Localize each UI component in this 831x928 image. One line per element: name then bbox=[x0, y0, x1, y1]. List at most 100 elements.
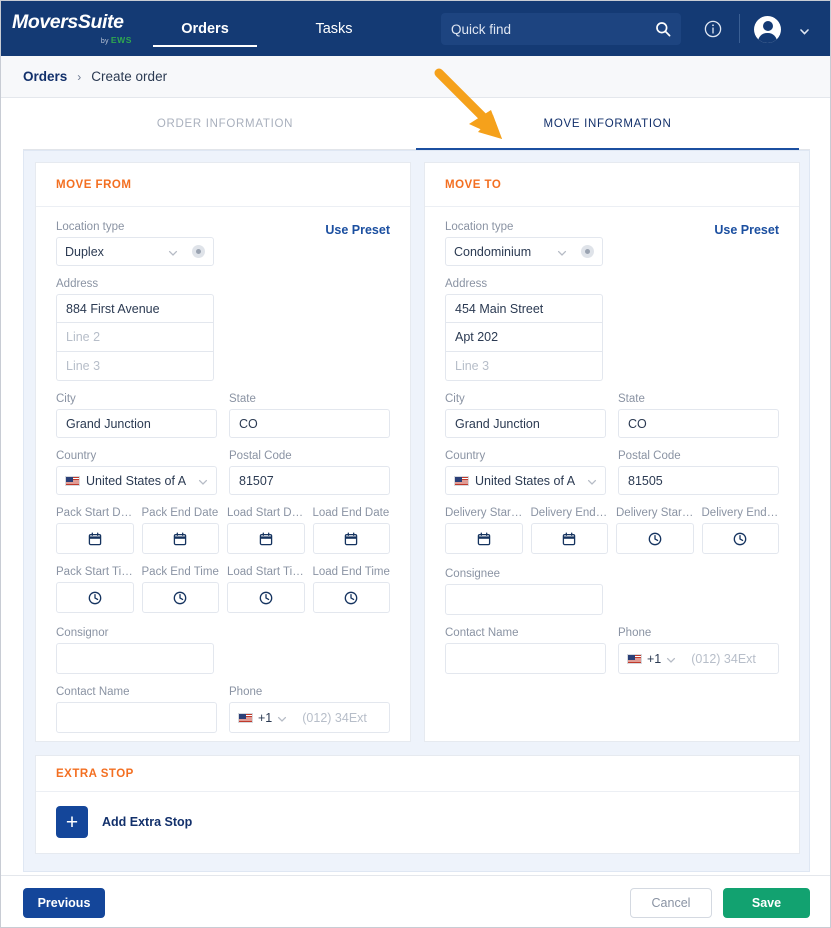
move-from-load-end-date-label: Load End Date bbox=[313, 507, 391, 519]
move-from-consignor-input[interactable] bbox=[56, 643, 214, 674]
chevron-down-icon[interactable] bbox=[587, 476, 597, 486]
calendar-icon bbox=[477, 532, 491, 546]
move-to-delivery-start-date-group: Delivery Start... bbox=[445, 507, 523, 554]
move-to-contact-input[interactable] bbox=[445, 643, 606, 674]
clock-icon bbox=[344, 591, 358, 605]
move-to-phone-input[interactable]: +1 (012) 34Ext bbox=[618, 643, 779, 674]
app-logo[interactable]: MoversSuite by EWS bbox=[12, 10, 132, 48]
move-from-location-type-value: Duplex bbox=[65, 245, 162, 259]
add-extra-stop-button[interactable]: Add Extra Stop bbox=[102, 815, 192, 829]
chevron-down-icon[interactable] bbox=[557, 247, 567, 257]
move-to-location-type-select[interactable]: Condominium bbox=[445, 237, 603, 266]
move-to-country-postal-row: Country United States of A Postal Code bbox=[445, 450, 779, 495]
move-from-pack-end-date-label: Pack End Date bbox=[142, 507, 220, 519]
move-to-city-state-row: City Grand Junction State CO bbox=[445, 393, 779, 438]
quick-find-search[interactable]: Quick find bbox=[441, 13, 681, 45]
calendar-icon bbox=[344, 532, 358, 546]
chevron-down-icon[interactable] bbox=[168, 247, 178, 257]
move-to-country-select[interactable]: United States of A bbox=[445, 466, 606, 495]
move-to-address-line2-input[interactable]: Apt 202 bbox=[445, 323, 603, 352]
move-from-time-row: Pack Start Time Pack End Time bbox=[56, 566, 390, 613]
move-from-load-start-date-input[interactable] bbox=[227, 523, 305, 554]
move-from-phone-input[interactable]: +1 (012) 34Ext bbox=[229, 702, 390, 733]
move-to-state-input[interactable]: CO bbox=[618, 409, 779, 438]
move-to-city-input[interactable]: Grand Junction bbox=[445, 409, 606, 438]
move-from-pack-start-date-input[interactable] bbox=[56, 523, 134, 554]
us-flag-icon bbox=[454, 476, 469, 486]
move-to-address-line3-input[interactable]: Line 3 bbox=[445, 352, 603, 381]
chevron-down-icon[interactable] bbox=[666, 654, 676, 664]
move-to-contact-label: Contact Name bbox=[445, 627, 606, 639]
move-to-phone-group: Phone +1 (012) 34Ext bbox=[618, 627, 779, 674]
move-to-delivery-end-date-input[interactable] bbox=[531, 523, 609, 554]
move-from-load-start-time-input[interactable] bbox=[227, 582, 305, 613]
nav-tab-orders[interactable]: Orders bbox=[141, 1, 269, 56]
move-to-address-stack: 454 Main Street Apt 202 Line 3 bbox=[445, 294, 603, 381]
move-to-location-type-clear-icon[interactable] bbox=[581, 245, 594, 258]
user-avatar-icon[interactable] bbox=[754, 16, 781, 43]
move-to-delivery-end-time-input[interactable] bbox=[702, 523, 780, 554]
move-from-header: MOVE FROM bbox=[36, 163, 410, 207]
previous-button[interactable]: Previous bbox=[23, 888, 105, 918]
move-from-pack-start-time-group: Pack Start Time bbox=[56, 566, 134, 613]
chevron-down-icon[interactable] bbox=[799, 24, 810, 35]
tab-move-information[interactable]: MOVE INFORMATION bbox=[416, 98, 799, 150]
move-to-delivery-start-time-input[interactable] bbox=[616, 523, 694, 554]
move-information-content: MOVE FROM Use Preset Location type Duple… bbox=[23, 150, 810, 872]
calendar-icon bbox=[173, 532, 187, 546]
search-icon[interactable] bbox=[655, 21, 671, 37]
breadcrumb-orders-link[interactable]: Orders bbox=[23, 69, 67, 84]
move-from-address-line3-input[interactable]: Line 3 bbox=[56, 352, 214, 381]
move-to-contact-phone-row: Contact Name Phone +1 (012) bbox=[445, 627, 779, 674]
tab-order-information[interactable]: ORDER INFORMATION bbox=[34, 98, 416, 150]
top-navigation-bar: MoversSuite by EWS Orders Tasks Quick fi… bbox=[1, 1, 831, 56]
move-to-country-value: United States of A bbox=[475, 474, 581, 488]
move-from-postal-input[interactable]: 81507 bbox=[229, 466, 390, 495]
move-from-country-select[interactable]: United States of A bbox=[56, 466, 217, 495]
move-to-state-group: State CO bbox=[618, 393, 779, 438]
move-from-city-state-row: City Grand Junction State CO bbox=[56, 393, 390, 438]
move-from-pack-start-time-label: Pack Start Time bbox=[56, 566, 134, 578]
info-circle-icon[interactable] bbox=[704, 20, 722, 38]
move-from-phone-label: Phone bbox=[229, 686, 390, 698]
form-step-tabs: ORDER INFORMATION MOVE INFORMATION bbox=[1, 98, 831, 150]
move-to-delivery-row: Delivery Start... Delivery End ... bbox=[445, 507, 779, 554]
move-from-pack-end-date-input[interactable] bbox=[142, 523, 220, 554]
move-from-pack-end-time-group: Pack End Time bbox=[142, 566, 220, 613]
move-to-address-line1-input[interactable]: 454 Main Street bbox=[445, 294, 603, 323]
chevron-down-icon[interactable] bbox=[198, 476, 208, 486]
cancel-button[interactable]: Cancel bbox=[630, 888, 712, 918]
move-from-postal-label: Postal Code bbox=[229, 450, 390, 462]
move-from-location-type-clear-icon[interactable] bbox=[192, 245, 205, 258]
move-to-contact-group: Contact Name bbox=[445, 627, 606, 674]
move-from-load-end-date-input[interactable] bbox=[313, 523, 391, 554]
move-from-city-input[interactable]: Grand Junction bbox=[56, 409, 217, 438]
move-from-use-preset-link[interactable]: Use Preset bbox=[325, 223, 390, 237]
move-to-postal-input[interactable]: 81505 bbox=[618, 466, 779, 495]
nav-tab-tasks[interactable]: Tasks bbox=[269, 1, 399, 56]
move-to-phone-country-code: +1 bbox=[647, 652, 661, 666]
move-from-pack-end-time-input[interactable] bbox=[142, 582, 220, 613]
move-from-load-end-time-input[interactable] bbox=[313, 582, 391, 613]
location-panels: MOVE FROM Use Preset Location type Duple… bbox=[35, 162, 800, 742]
move-from-load-start-time-label: Load Start Time bbox=[227, 566, 305, 578]
save-button[interactable]: Save bbox=[723, 888, 810, 918]
calendar-icon bbox=[88, 532, 102, 546]
move-from-address-line2-input[interactable]: Line 2 bbox=[56, 323, 214, 352]
plus-icon[interactable]: + bbox=[56, 806, 88, 838]
form-footer: Previous Cancel Save bbox=[1, 875, 831, 928]
chevron-down-icon[interactable] bbox=[277, 713, 287, 723]
logo-by-text: by bbox=[101, 38, 109, 45]
move-from-address-line1-input[interactable]: 884 First Avenue bbox=[56, 294, 214, 323]
move-to-use-preset-link[interactable]: Use Preset bbox=[714, 223, 779, 237]
us-flag-icon bbox=[238, 713, 253, 723]
move-from-contact-input[interactable] bbox=[56, 702, 217, 733]
move-to-delivery-start-date-input[interactable] bbox=[445, 523, 523, 554]
move-to-delivery-start-time-label: Delivery Start T... bbox=[616, 507, 694, 519]
us-flag-icon bbox=[627, 654, 642, 664]
move-from-pack-start-time-input[interactable] bbox=[56, 582, 134, 613]
move-to-consignee-input[interactable] bbox=[445, 584, 603, 615]
move-from-location-type-select[interactable]: Duplex bbox=[56, 237, 214, 266]
move-from-state-input[interactable]: CO bbox=[229, 409, 390, 438]
move-from-address-stack: 884 First Avenue Line 2 Line 3 bbox=[56, 294, 214, 381]
